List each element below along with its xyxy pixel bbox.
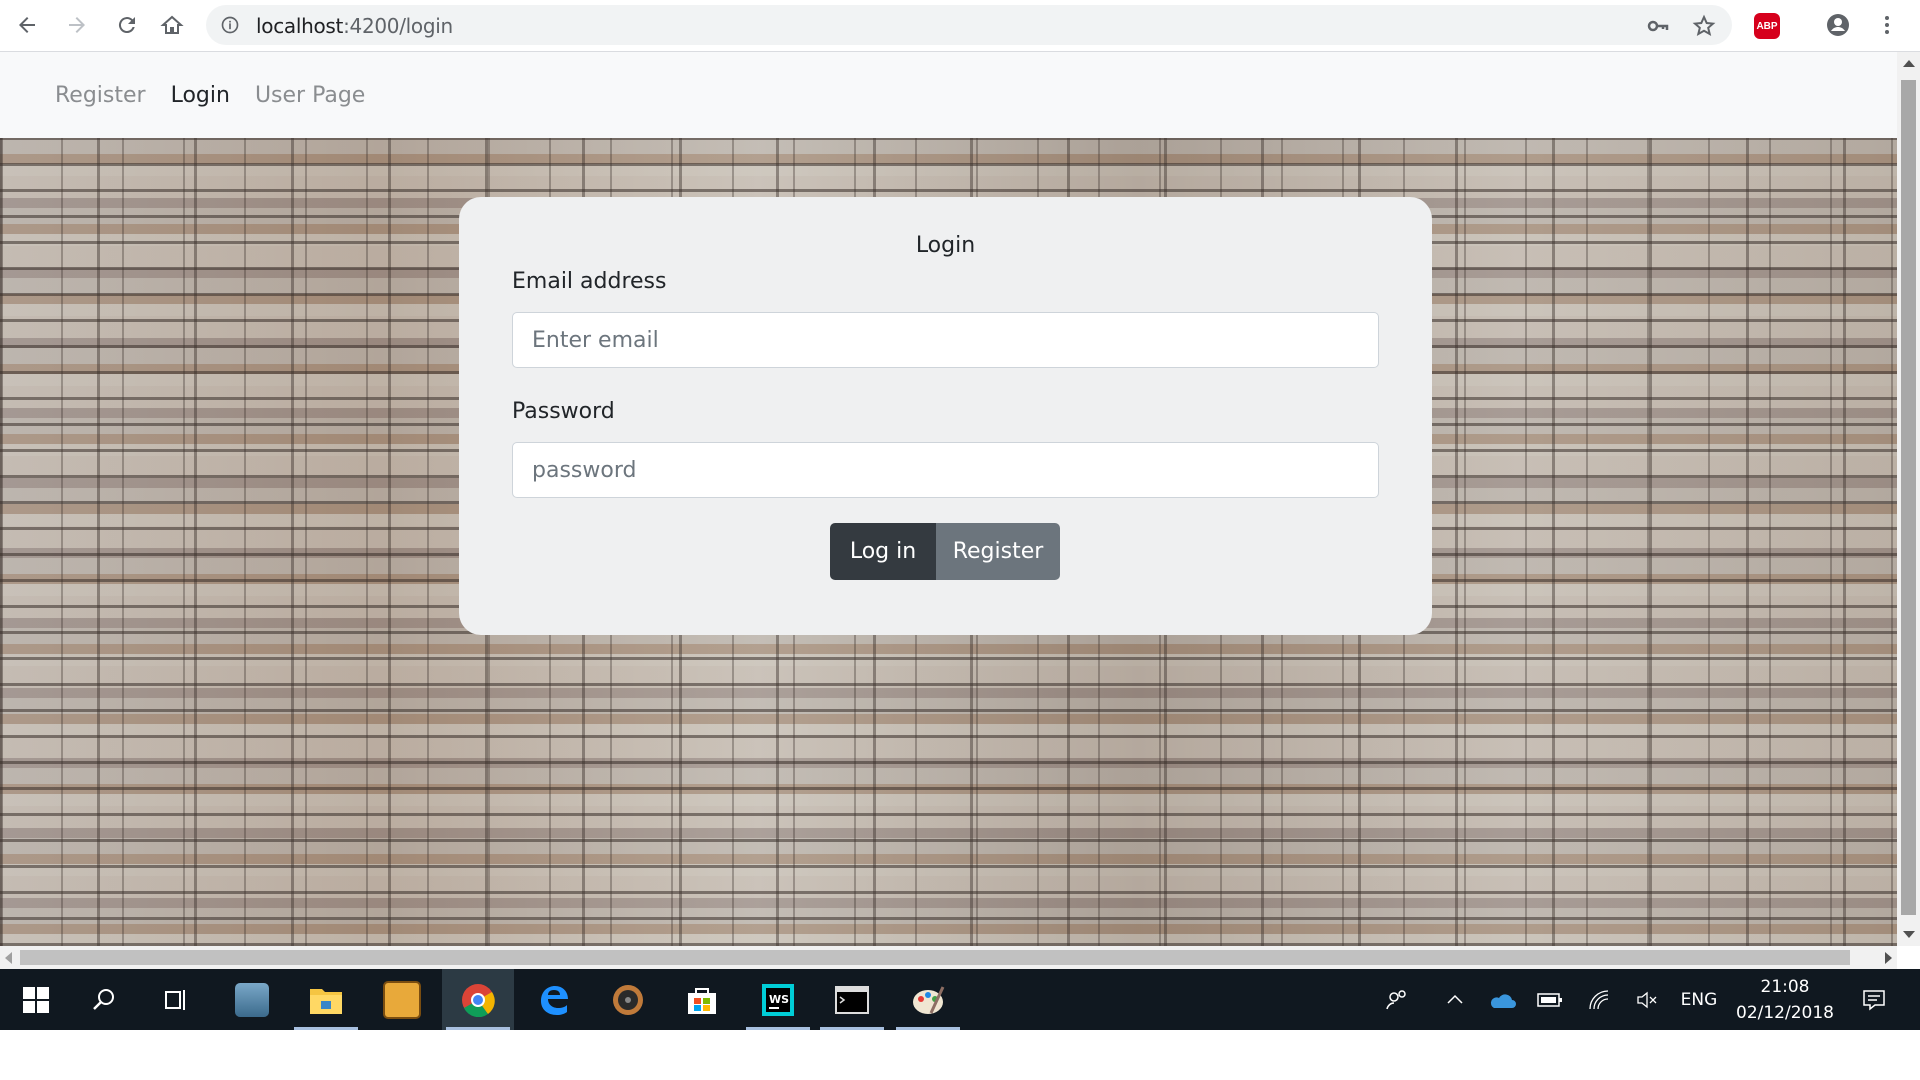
webstorm-icon: WS bbox=[762, 983, 794, 1016]
url-host: localhost bbox=[256, 14, 344, 38]
scroll-left-arrow-icon[interactable] bbox=[5, 952, 12, 964]
store-bag-icon bbox=[688, 987, 716, 1014]
taskbar-app-store[interactable] bbox=[666, 969, 738, 1030]
back-button[interactable] bbox=[12, 10, 42, 40]
input-language[interactable]: ENG bbox=[1676, 969, 1722, 1030]
volume-button[interactable] bbox=[1630, 969, 1664, 1030]
taskbar-app-file-explorer[interactable] bbox=[290, 969, 362, 1030]
pdf-reader-icon bbox=[235, 982, 269, 1017]
taskbar-app-media[interactable] bbox=[592, 969, 664, 1030]
reload-button[interactable] bbox=[112, 10, 142, 40]
wifi-icon bbox=[1589, 989, 1609, 1009]
reload-icon bbox=[118, 17, 135, 34]
address-bar[interactable]: localhost:4200/login bbox=[206, 5, 1732, 45]
network-button[interactable] bbox=[1582, 969, 1616, 1030]
search-icon bbox=[93, 988, 114, 1010]
pinned-app-icon bbox=[383, 980, 421, 1019]
back-arrow-icon bbox=[19, 17, 35, 33]
horizontal-scrollbar[interactable] bbox=[0, 946, 1897, 969]
adblock-extension-icon[interactable]: ABP bbox=[1754, 13, 1780, 39]
browser-toolbar: localhost:4200/login ABP bbox=[0, 0, 1920, 52]
email-label: Email address bbox=[512, 269, 667, 294]
nav-link-login[interactable]: Login bbox=[171, 83, 230, 108]
clock-date: 02/12/2018 bbox=[1736, 1002, 1834, 1023]
password-input[interactable] bbox=[512, 442, 1379, 498]
edge-icon bbox=[541, 985, 568, 1015]
forward-button[interactable] bbox=[62, 10, 92, 40]
paint-palette-icon bbox=[913, 985, 945, 1014]
scroll-right-arrow-icon[interactable] bbox=[1885, 952, 1892, 964]
onedrive-cloud-icon bbox=[1490, 993, 1516, 1008]
vertical-dots-icon bbox=[1885, 16, 1889, 34]
taskbar-app-webstorm[interactable]: WS bbox=[742, 969, 814, 1030]
vertical-scrollbar[interactable] bbox=[1897, 52, 1920, 946]
clock-time: 21:08 bbox=[1760, 976, 1810, 997]
taskbar-app-terminal[interactable] bbox=[816, 969, 888, 1030]
app-navbar: Register Login User Page bbox=[0, 52, 1897, 138]
scroll-up-arrow-icon[interactable] bbox=[1903, 60, 1915, 67]
browser-menu-button[interactable] bbox=[1872, 10, 1902, 40]
horizontal-scroll-thumb[interactable] bbox=[20, 950, 1850, 965]
show-hidden-icons-button[interactable] bbox=[1438, 969, 1472, 1030]
url-text: localhost:4200/login bbox=[256, 14, 453, 38]
home-button[interactable] bbox=[157, 10, 187, 40]
taskbar-app-paint[interactable] bbox=[892, 969, 964, 1030]
taskbar-app-chrome[interactable] bbox=[442, 969, 514, 1030]
svg-text:WS: WS bbox=[769, 993, 789, 1006]
key-icon[interactable] bbox=[1646, 14, 1670, 38]
people-button[interactable] bbox=[1380, 969, 1414, 1030]
screen-bottom-margin bbox=[0, 1030, 1920, 1080]
info-icon[interactable] bbox=[220, 15, 240, 35]
account-avatar-icon bbox=[1827, 14, 1849, 36]
taskbar-app-edge[interactable] bbox=[518, 969, 590, 1030]
folder-icon bbox=[310, 988, 342, 1014]
media-player-icon bbox=[613, 984, 643, 1015]
chrome-icon bbox=[462, 983, 495, 1017]
profile-button[interactable] bbox=[1823, 10, 1853, 40]
home-icon bbox=[160, 15, 184, 34]
password-label: Password bbox=[512, 399, 615, 424]
forward-arrow-icon bbox=[69, 17, 85, 33]
task-view-button[interactable] bbox=[140, 969, 212, 1030]
bookmark-star-icon[interactable] bbox=[1692, 14, 1716, 38]
taskbar-app-pdf-reader[interactable] bbox=[216, 969, 288, 1030]
scroll-down-arrow-icon[interactable] bbox=[1903, 931, 1915, 938]
search-button[interactable] bbox=[68, 969, 140, 1030]
windows-taskbar: WS ENG 21:08 02/12/2018 bbox=[0, 969, 1920, 1030]
log-in-button[interactable]: Log in bbox=[830, 523, 936, 580]
volume-muted-icon bbox=[1637, 991, 1657, 1008]
chevron-up-icon bbox=[1447, 994, 1463, 1004]
battery-button[interactable] bbox=[1533, 969, 1567, 1030]
notification-icon bbox=[1863, 989, 1885, 1011]
vertical-scroll-thumb[interactable] bbox=[1901, 80, 1916, 915]
nav-link-user-page[interactable]: User Page bbox=[255, 83, 365, 108]
terminal-icon bbox=[835, 985, 869, 1014]
start-button[interactable] bbox=[0, 969, 72, 1030]
windows-logo-icon bbox=[23, 986, 49, 1013]
people-icon bbox=[1386, 989, 1406, 1009]
url-path: :4200/login bbox=[343, 14, 453, 38]
email-input[interactable] bbox=[512, 312, 1379, 368]
battery-icon bbox=[1537, 992, 1562, 1007]
taskbar-app-pinned[interactable] bbox=[366, 969, 438, 1030]
login-title: Login bbox=[915, 233, 976, 258]
onedrive-button[interactable] bbox=[1485, 969, 1519, 1030]
task-view-icon bbox=[165, 989, 185, 1010]
register-button[interactable]: Register bbox=[936, 523, 1060, 580]
login-card: Login Email address Password Log in Regi… bbox=[459, 197, 1432, 635]
system-clock[interactable]: 21:08 02/12/2018 bbox=[1730, 969, 1840, 1030]
action-center-button[interactable] bbox=[1854, 969, 1894, 1030]
nav-link-register[interactable]: Register bbox=[55, 83, 146, 108]
